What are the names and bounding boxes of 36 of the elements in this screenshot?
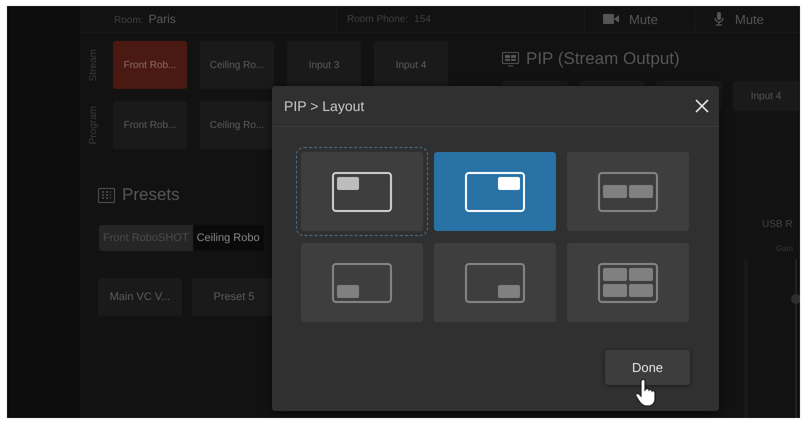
- source-button[interactable]: Front Rob...: [113, 101, 187, 149]
- layout-option[interactable]: [567, 243, 689, 322]
- close-button[interactable]: [695, 99, 709, 113]
- camera-tab[interactable]: Ceiling Robo: [192, 225, 264, 251]
- source-button[interactable]: Input 4: [374, 41, 448, 89]
- layout-option[interactable]: [301, 243, 423, 322]
- bottom-right-layout-icon: [465, 262, 525, 302]
- source-button[interactable]: Front Rob...: [113, 41, 187, 89]
- dialog-title: PIP > Layout: [284, 98, 364, 114]
- layout-option[interactable]: [434, 152, 556, 231]
- slider-thumb[interactable]: [791, 294, 800, 304]
- grid-icon: [98, 188, 115, 202]
- section-title: PIP (Stream Output): [526, 49, 680, 69]
- close-icon: [695, 99, 709, 113]
- source-button[interactable]: Ceiling Ro...: [200, 41, 274, 89]
- layout-option[interactable]: [567, 152, 689, 231]
- source-button[interactable]: Input 3: [287, 41, 361, 89]
- screen-layout-icon: [502, 52, 519, 66]
- mute-button[interactable]: Mute: [584, 6, 694, 32]
- preset-button[interactable]: Main VC V...: [98, 278, 182, 316]
- side-by-side-layout-icon: [598, 172, 658, 212]
- bottom-left-layout-icon: [332, 262, 392, 302]
- top-right-layout-icon: [465, 172, 525, 212]
- top-left-layout-icon: [332, 172, 392, 212]
- room-name: Paris: [148, 12, 176, 26]
- layout-option[interactable]: [434, 243, 556, 322]
- video-camera-icon: [603, 14, 619, 24]
- layout-option[interactable]: [301, 152, 423, 231]
- microphone-icon: [713, 12, 725, 26]
- pointer-hand-icon: [636, 378, 656, 406]
- done-button[interactable]: Done: [605, 350, 690, 385]
- quad-layout-icon: [598, 262, 658, 302]
- mute-button[interactable]: Mute: [694, 6, 800, 32]
- section-title: Presets: [122, 185, 180, 205]
- pip-source-button[interactable]: Input 4: [733, 81, 799, 111]
- source-button[interactable]: Ceiling Ro...: [200, 101, 274, 149]
